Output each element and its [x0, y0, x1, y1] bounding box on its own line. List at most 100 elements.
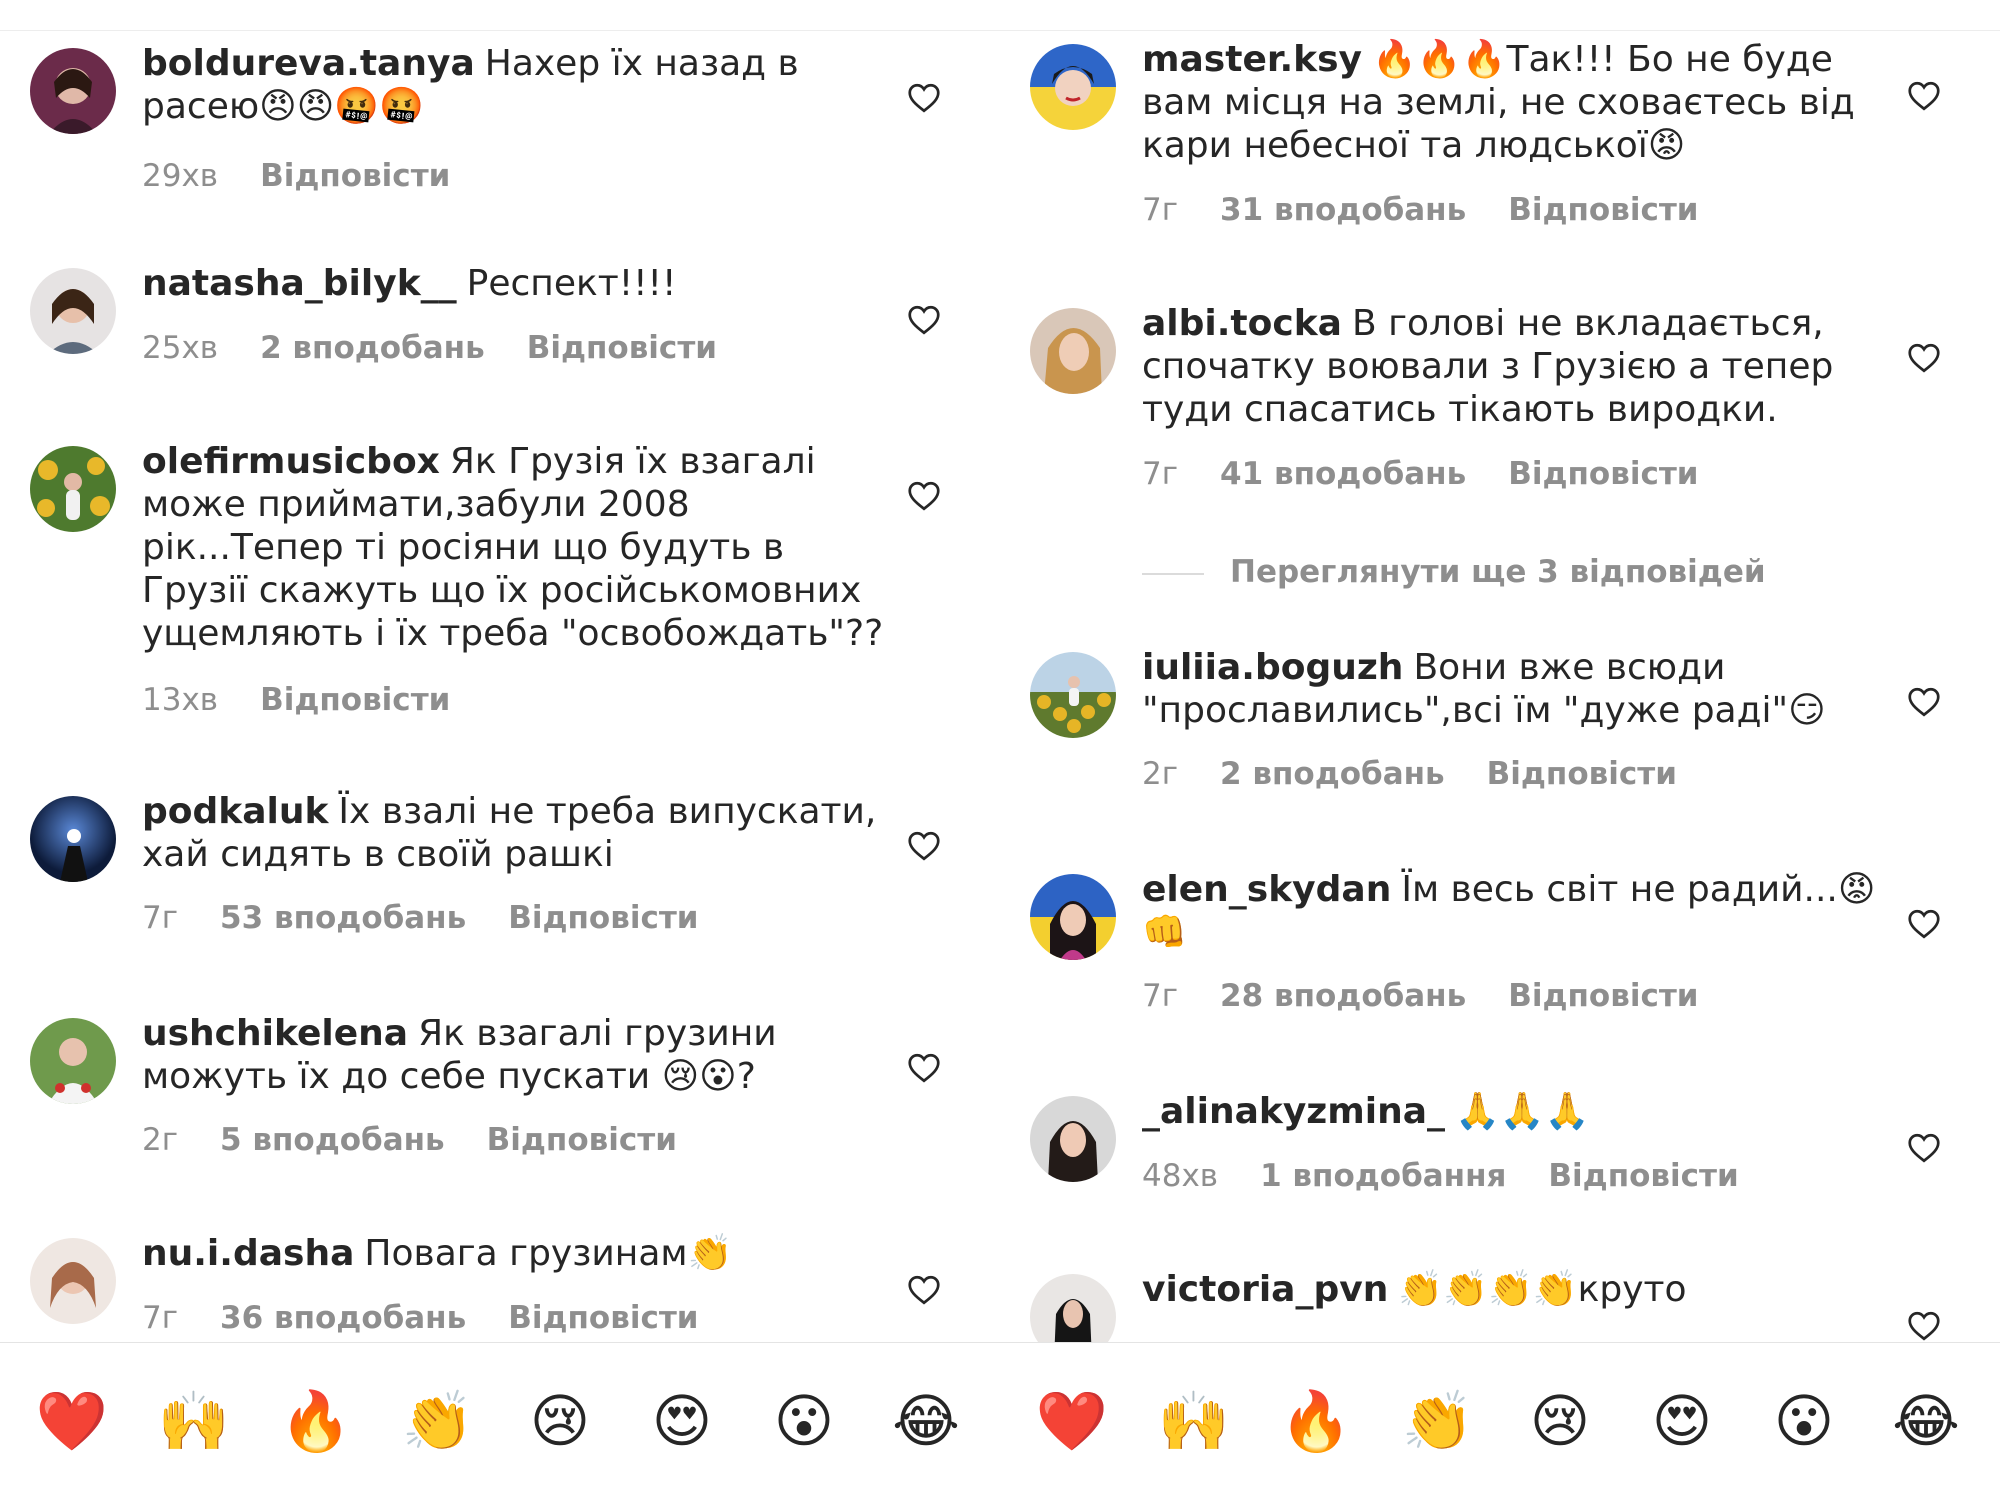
- avatar[interactable]: [30, 446, 116, 532]
- avatar[interactable]: [30, 796, 116, 882]
- comment-time: 7г: [1142, 192, 1179, 228]
- reply-button[interactable]: Відповісти: [1548, 1158, 1738, 1194]
- comment-body: podkaluk Їх взалі не треба випускати, хай…: [142, 790, 890, 876]
- like-heart-icon[interactable]: [906, 478, 942, 514]
- heart-eyes-emoji-button[interactable]: 😍: [1644, 1383, 1720, 1459]
- likes-count[interactable]: 36 вподобань: [220, 1300, 466, 1336]
- avatar[interactable]: [1030, 308, 1116, 394]
- comment-time: 25хв: [142, 330, 219, 366]
- comment-time: 2г: [1142, 756, 1179, 792]
- avatar[interactable]: [30, 1238, 116, 1324]
- avatar[interactable]: [30, 48, 116, 134]
- likes-count[interactable]: 53 вподобань: [220, 900, 466, 936]
- comments-panel-left: boldureva.tanya Нахер їх назад в расею😠😠🤬…: [0, 0, 1000, 1498]
- clap-emoji-button[interactable]: 👏: [400, 1383, 476, 1459]
- comment-meta: 7г 28 вподобань Відповісти: [1142, 978, 1741, 1014]
- reply-button[interactable]: Відповісти: [1487, 756, 1677, 792]
- comment-username[interactable]: podkaluk: [142, 791, 328, 832]
- like-heart-icon[interactable]: [1906, 1308, 1942, 1344]
- comment-body: master.ksy 🔥🔥🔥Так!!! Бо не буде вам місця…: [1142, 38, 1890, 167]
- comment-body: natasha_bilyk__ Респект!!!!: [142, 262, 890, 305]
- avatar[interactable]: [1030, 1096, 1116, 1182]
- view-more-replies-button[interactable]: Переглянути ще 3 відповідей: [1142, 554, 1766, 590]
- like-heart-icon[interactable]: [1906, 684, 1942, 720]
- reply-button[interactable]: Відповісти: [487, 1122, 677, 1158]
- like-heart-icon[interactable]: [1906, 906, 1942, 942]
- like-heart-icon[interactable]: [906, 1272, 942, 1308]
- reply-button[interactable]: Відповісти: [508, 900, 698, 936]
- comment-time: 7г: [1142, 456, 1179, 492]
- avatar[interactable]: [30, 268, 116, 354]
- raised-hands-emoji-button[interactable]: 🙌: [1156, 1383, 1232, 1459]
- comment-username[interactable]: nu.i.dasha: [142, 1233, 354, 1274]
- comment-username[interactable]: boldureva.tanya: [142, 43, 475, 84]
- like-heart-icon[interactable]: [1906, 1130, 1942, 1166]
- likes-count[interactable]: 41 вподобань: [1220, 456, 1466, 492]
- like-heart-icon[interactable]: [906, 302, 942, 338]
- emoji-reaction-bar: ❤️ 🙌 🔥 👏 😢 😍 😮 😂: [0, 1342, 1000, 1498]
- comment-body: elen_skydan Їм весь світ не радий...😡👊: [1142, 868, 1890, 954]
- comment-time: 13хв: [142, 682, 219, 718]
- comment-username[interactable]: victoria_pvn: [1142, 1269, 1388, 1310]
- comment-body: _alinakyzmina_ 🙏🙏🙏: [1142, 1090, 1890, 1133]
- heart-eyes-emoji-button[interactable]: 😍: [644, 1383, 720, 1459]
- heart-emoji-button[interactable]: ❤️: [34, 1383, 110, 1459]
- likes-count[interactable]: 31 вподобань: [1220, 192, 1466, 228]
- clap-emoji-button[interactable]: 👏: [1400, 1383, 1476, 1459]
- comment-time: 7г: [1142, 978, 1179, 1014]
- crying-emoji-button[interactable]: 😢: [1522, 1383, 1598, 1459]
- like-heart-icon[interactable]: [1906, 340, 1942, 376]
- emoji-reaction-bar: ❤️ 🙌 🔥 👏 😢 😍 😮 😂: [1000, 1342, 2000, 1498]
- view-more-label: Переглянути ще 3 відповідей: [1230, 554, 1766, 590]
- avatar[interactable]: [1030, 874, 1116, 960]
- surprised-emoji-button[interactable]: 😮: [766, 1383, 842, 1459]
- likes-count[interactable]: 5 вподобань: [220, 1122, 445, 1158]
- comment-username[interactable]: master.ksy: [1142, 39, 1362, 80]
- fire-emoji-button[interactable]: 🔥: [278, 1383, 354, 1459]
- comment-meta: 13хв Відповісти: [142, 682, 492, 718]
- comment-username[interactable]: ushchikelena: [142, 1013, 408, 1054]
- reply-button[interactable]: Відповісти: [260, 158, 450, 194]
- reply-button[interactable]: Відповісти: [260, 682, 450, 718]
- like-heart-icon[interactable]: [906, 80, 942, 116]
- reply-button[interactable]: Відповісти: [508, 1300, 698, 1336]
- like-heart-icon[interactable]: [906, 828, 942, 864]
- replies-divider: [1142, 572, 1204, 575]
- comment-username[interactable]: elen_skydan: [1142, 869, 1391, 910]
- avatar[interactable]: [1030, 44, 1116, 130]
- reply-button[interactable]: Відповісти: [527, 330, 717, 366]
- likes-count[interactable]: 2 вподобань: [1220, 756, 1445, 792]
- top-divider: [0, 0, 1000, 31]
- reply-button[interactable]: Відповісти: [1508, 192, 1698, 228]
- comment-time: 7г: [142, 900, 179, 936]
- like-heart-icon[interactable]: [1906, 78, 1942, 114]
- comment-time: 7г: [142, 1300, 179, 1336]
- crying-emoji-button[interactable]: 😢: [522, 1383, 598, 1459]
- comment-body: victoria_pvn 👏👏👏👏круто: [1142, 1268, 1890, 1311]
- comment-username[interactable]: iuliia.boguzh: [1142, 647, 1403, 688]
- laughing-emoji-button[interactable]: 😂: [1888, 1383, 1964, 1459]
- comment-time: 2г: [142, 1122, 179, 1158]
- comment-username[interactable]: olefirmusicbox: [142, 441, 440, 482]
- likes-count[interactable]: 28 вподобань: [1220, 978, 1466, 1014]
- likes-count[interactable]: 1 вподобання: [1260, 1158, 1506, 1194]
- avatar[interactable]: [30, 1018, 116, 1104]
- comment-time: 29хв: [142, 158, 219, 194]
- raised-hands-emoji-button[interactable]: 🙌: [156, 1383, 232, 1459]
- comment-username[interactable]: _alinakyzmina_: [1142, 1091, 1445, 1132]
- surprised-emoji-button[interactable]: 😮: [1766, 1383, 1842, 1459]
- fire-emoji-button[interactable]: 🔥: [1278, 1383, 1354, 1459]
- comment-username[interactable]: natasha_bilyk__: [142, 263, 457, 304]
- likes-count[interactable]: 2 вподобань: [260, 330, 485, 366]
- laughing-emoji-button[interactable]: 😂: [888, 1383, 964, 1459]
- comment-meta: 25хв 2 вподобань Відповісти: [142, 330, 759, 366]
- reply-button[interactable]: Відповісти: [1508, 456, 1698, 492]
- comment-text: 👏👏👏👏круто: [1398, 1269, 1687, 1310]
- comment-meta: 7г 36 вподобань Відповісти: [142, 1300, 741, 1336]
- heart-emoji-button[interactable]: ❤️: [1034, 1383, 1110, 1459]
- reply-button[interactable]: Відповісти: [1508, 978, 1698, 1014]
- comment-meta: 29хв Відповісти: [142, 158, 492, 194]
- comment-username[interactable]: albi.tocka: [1142, 303, 1342, 344]
- like-heart-icon[interactable]: [906, 1050, 942, 1086]
- avatar[interactable]: [1030, 652, 1116, 738]
